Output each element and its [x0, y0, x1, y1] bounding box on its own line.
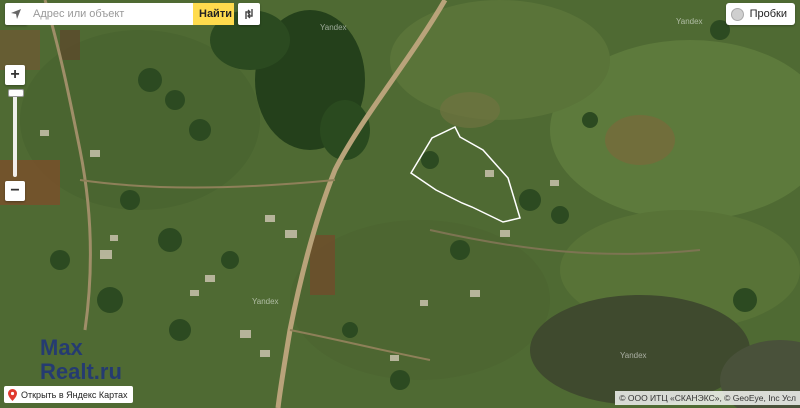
traffic-label: Пробки — [749, 8, 787, 20]
watermark-line-2: Realt.ru — [40, 359, 122, 384]
maxrealt-watermark: Max Realt.ru — [40, 336, 122, 384]
yandex-map-label: Yandex — [252, 297, 279, 306]
geolocation-button[interactable] — [5, 3, 27, 25]
wetland-area — [530, 295, 750, 405]
farm-field — [0, 30, 40, 70]
watermark-line-1: Max — [40, 335, 83, 360]
route-icon — [245, 9, 253, 19]
zoom-slider-track[interactable] — [13, 89, 17, 177]
bare-ground — [605, 115, 675, 165]
bare-ground — [440, 92, 500, 128]
search-input[interactable] — [27, 3, 193, 25]
traffic-light-icon — [730, 7, 744, 21]
farm-field — [310, 235, 335, 295]
map-pin-icon — [8, 388, 17, 401]
open-in-yandex-maps-link[interactable]: Открыть в Яндекс Картах — [4, 386, 134, 403]
yandex-map-label: Yandex — [620, 351, 647, 360]
yandex-map-label: Yandex — [676, 17, 703, 26]
yandex-map-label: Yandex — [320, 23, 347, 32]
copyright-text: © ООО ИТЦ «СКАНЭКС», © GeoEye, Inc Усл — [615, 391, 800, 405]
location-arrow-icon — [11, 9, 21, 19]
traffic-button[interactable]: Пробки — [725, 3, 795, 25]
open-link-label: Открыть в Яндекс Картах — [21, 389, 128, 400]
zoom-slider-handle[interactable] — [8, 89, 24, 97]
find-button[interactable]: Найти — [193, 3, 234, 25]
field-area — [390, 0, 610, 120]
route-button[interactable] — [238, 3, 260, 25]
zoom-in-button[interactable]: + — [5, 65, 25, 85]
zoom-out-button[interactable]: − — [5, 181, 25, 201]
zoom-control: + − — [5, 65, 25, 202]
farm-field — [60, 30, 80, 60]
search-bar: Найти — [5, 3, 260, 25]
